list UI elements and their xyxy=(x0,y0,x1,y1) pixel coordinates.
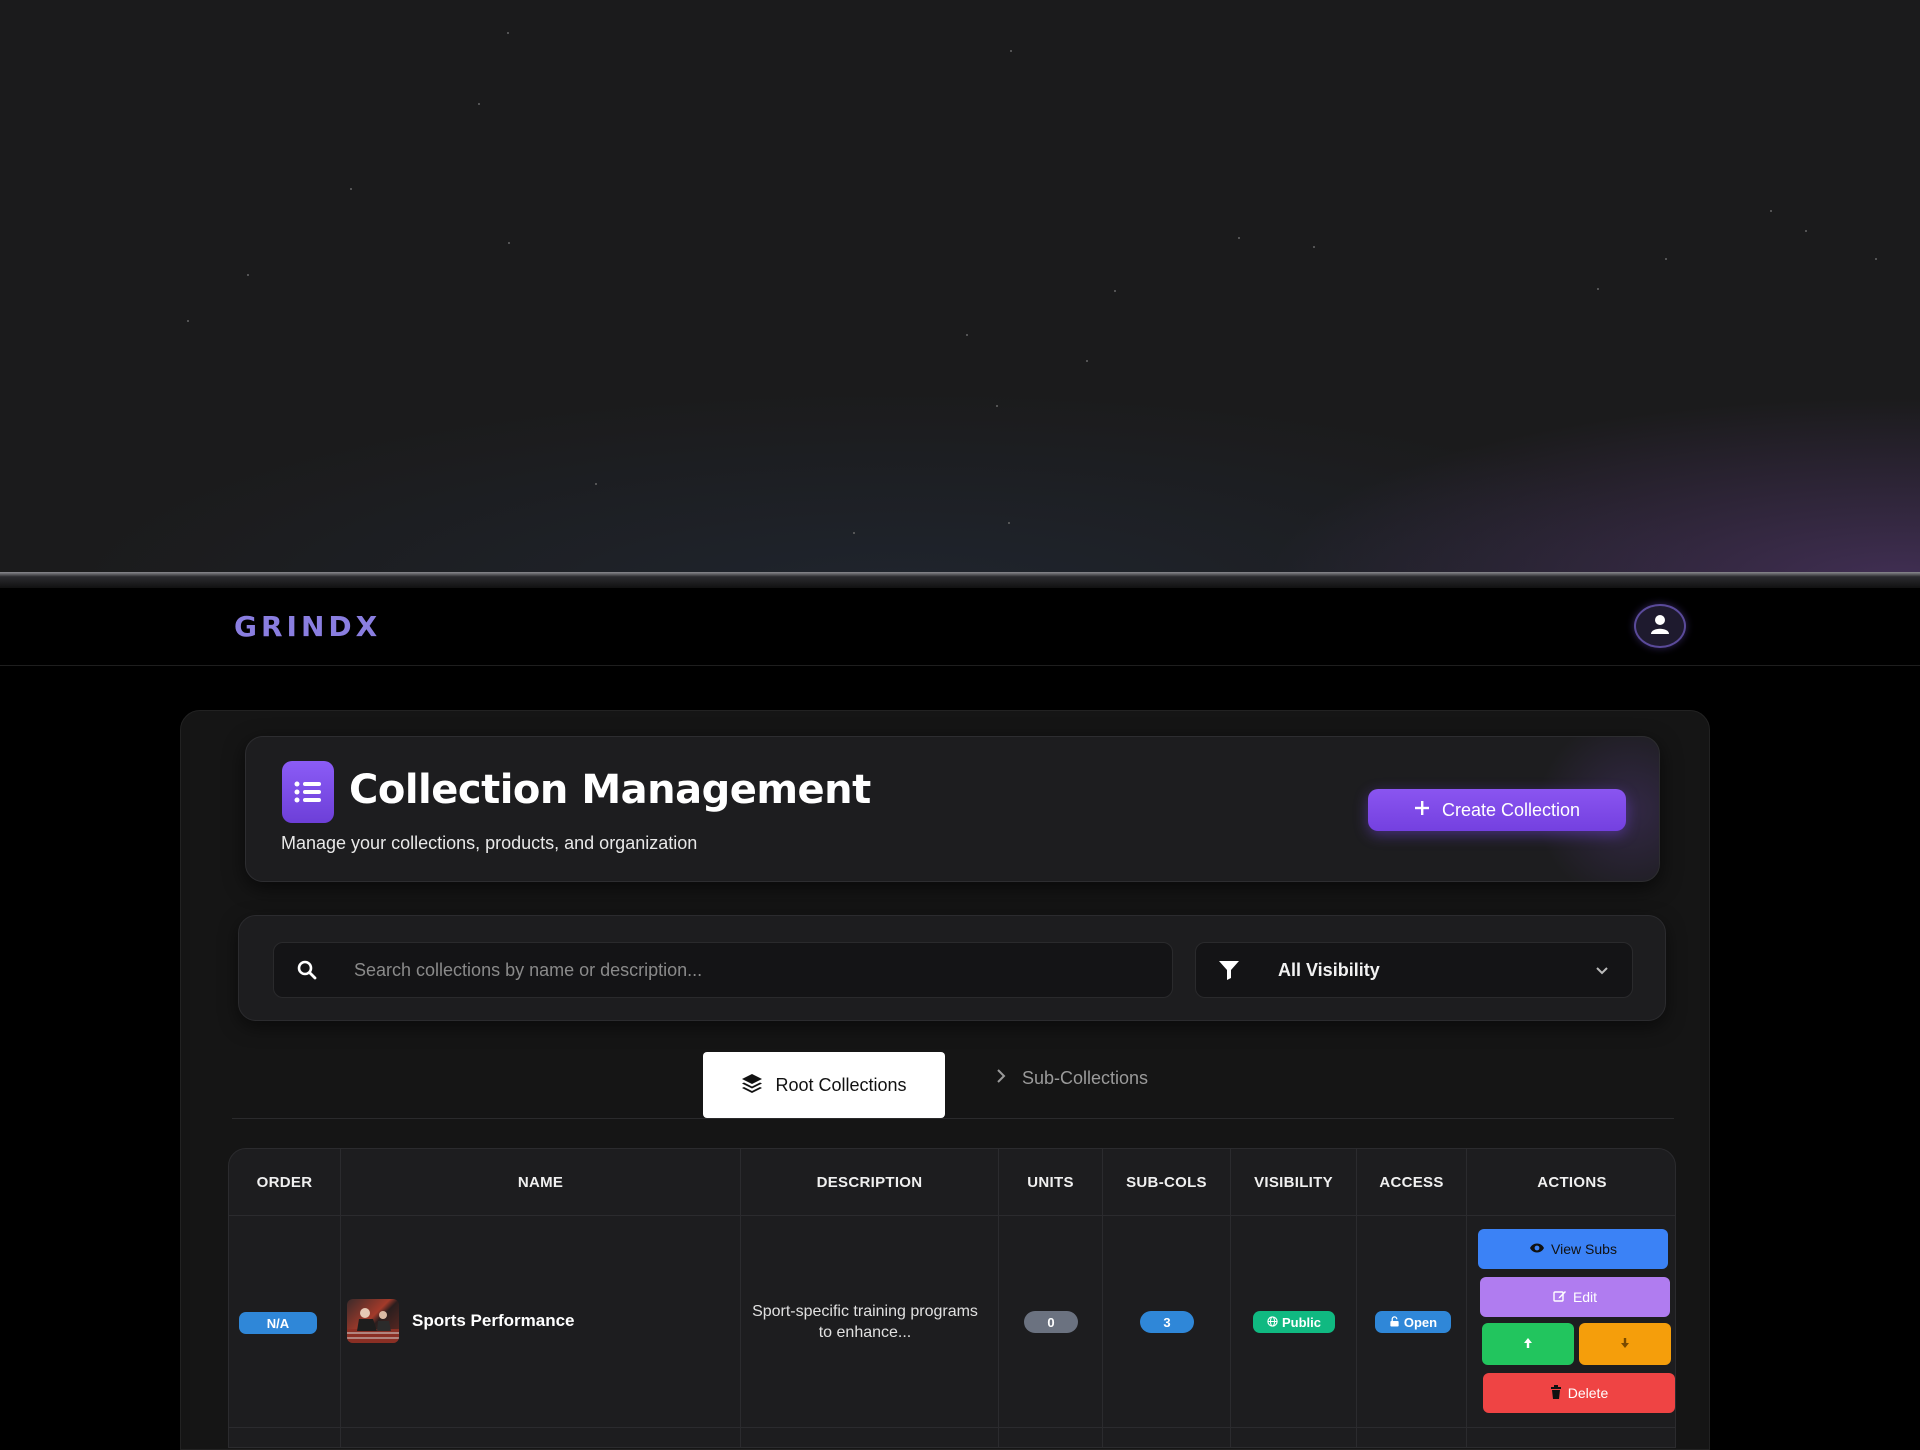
page-subtitle: Manage your collections, products, and o… xyxy=(281,833,698,853)
tab-sub-label: Sub-Collections xyxy=(1022,1068,1149,1088)
move-down-button[interactable] xyxy=(1579,1323,1671,1365)
column-header-units[interactable]: UNITS xyxy=(999,1149,1103,1215)
access-badge: Open xyxy=(1375,1311,1451,1333)
collections-table: ORDER NAME DESCRIPTION UNITS SUB-COLS VI… xyxy=(228,1148,1676,1448)
top-navbar: GRINDX xyxy=(0,588,1920,666)
brand-logo[interactable]: GRINDX xyxy=(234,610,381,643)
units-badge: 0 xyxy=(1024,1311,1078,1333)
header-divider xyxy=(229,1215,1675,1216)
header-card: Collection Management Manage your collec… xyxy=(245,736,1660,882)
filter-card: All Visibility xyxy=(238,915,1666,1021)
edit-label: Edit xyxy=(1572,1289,1598,1305)
access-label: Open xyxy=(1403,1314,1438,1330)
trash-icon xyxy=(1550,1384,1562,1402)
list-icon xyxy=(282,761,334,823)
eye-icon xyxy=(1529,1241,1545,1257)
delete-label: Delete xyxy=(1567,1385,1609,1401)
tabs-divider xyxy=(232,1118,1674,1119)
column-divider xyxy=(1466,1215,1467,1447)
delete-button[interactable]: Delete xyxy=(1483,1373,1675,1413)
collection-name[interactable]: Sports Performance xyxy=(412,1311,575,1331)
column-divider xyxy=(998,1215,999,1447)
view-subs-label: View Subs xyxy=(1551,1241,1617,1257)
search-input[interactable] xyxy=(354,943,1154,997)
column-header-access[interactable]: ACCESS xyxy=(1357,1149,1467,1215)
collection-thumbnail xyxy=(347,1299,399,1343)
search-icon xyxy=(296,959,318,986)
edit-icon xyxy=(1553,1289,1567,1306)
tab-root-collections[interactable]: Root Collections xyxy=(703,1052,945,1118)
sub-cols-badge: 3 xyxy=(1140,1311,1194,1333)
plus-icon xyxy=(1414,800,1430,821)
column-divider xyxy=(340,1215,341,1447)
column-header-sub-cols[interactable]: SUB-COLS xyxy=(1103,1149,1231,1215)
column-divider xyxy=(1230,1215,1231,1447)
move-up-button[interactable] xyxy=(1482,1323,1574,1365)
order-badge: N/A xyxy=(239,1312,317,1334)
tab-sub-collections[interactable]: Sub-Collections xyxy=(996,1068,1148,1089)
unlock-icon xyxy=(1389,1315,1400,1330)
arrow-up-icon xyxy=(1523,1336,1533,1352)
layers-icon xyxy=(741,1073,763,1098)
create-collection-label: Create Collection xyxy=(1441,799,1581,820)
column-divider xyxy=(740,1215,741,1447)
filter-icon xyxy=(1218,959,1240,986)
column-header-visibility[interactable]: VISIBILITY xyxy=(1231,1149,1357,1215)
collection-description: Sport-specific training programs to enha… xyxy=(752,1303,978,1341)
column-divider xyxy=(1102,1215,1103,1447)
visibility-selected-value: All Visibility xyxy=(1278,960,1380,980)
column-header-actions: ACTIONS xyxy=(1537,1173,1607,1191)
chevron-right-icon xyxy=(996,1068,1006,1089)
background-sky xyxy=(0,0,1920,572)
user-avatar-button[interactable] xyxy=(1634,604,1686,648)
edit-button[interactable]: Edit xyxy=(1480,1277,1670,1317)
window-edge xyxy=(0,572,1920,588)
column-header-name[interactable]: NAME xyxy=(341,1149,741,1215)
column-header-order[interactable]: ORDER xyxy=(229,1149,341,1215)
column-header-description[interactable]: DESCRIPTION xyxy=(741,1149,999,1215)
user-icon xyxy=(1649,613,1671,640)
globe-icon xyxy=(1267,1315,1278,1330)
view-subs-button[interactable]: View Subs xyxy=(1478,1229,1668,1269)
visibility-label: Public xyxy=(1281,1314,1321,1330)
page-title: Collection Management xyxy=(349,767,871,813)
visibility-select[interactable]: All Visibility xyxy=(1195,942,1633,998)
row-divider xyxy=(229,1427,1675,1428)
column-divider xyxy=(1356,1215,1357,1447)
arrow-down-icon xyxy=(1620,1336,1630,1352)
search-box xyxy=(273,942,1173,998)
create-collection-button[interactable]: Create Collection xyxy=(1368,789,1626,831)
visibility-badge: Public xyxy=(1253,1311,1335,1333)
chevron-down-icon xyxy=(1594,963,1610,982)
tab-root-label: Root Collections xyxy=(775,1074,907,1095)
